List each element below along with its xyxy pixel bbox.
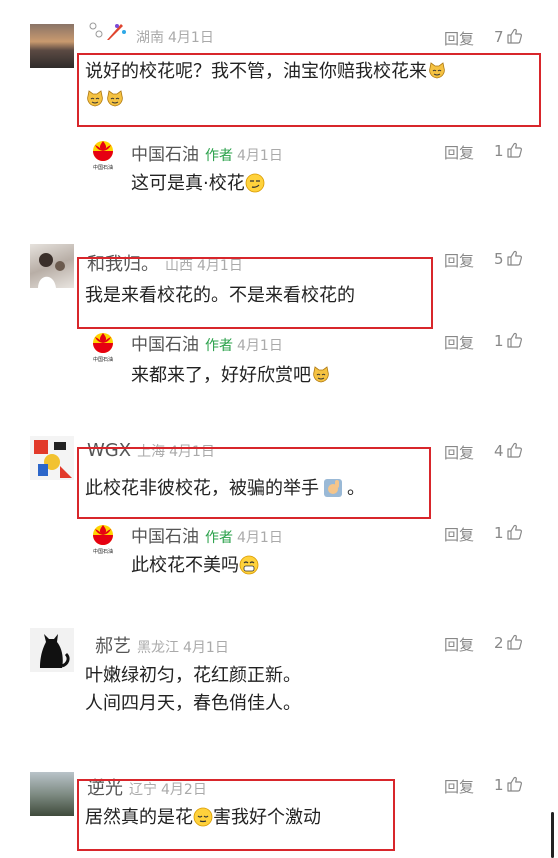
reply-text: 这可是真·校花: [131, 170, 265, 198]
highlight-box: [77, 779, 395, 851]
highlight-box: [77, 53, 541, 127]
date: 4月1日: [168, 30, 214, 46]
thumbs-up-icon: [506, 142, 522, 158]
like-count: 5: [494, 250, 504, 268]
date: 4月1日: [237, 338, 283, 354]
date: 4月1日: [237, 148, 283, 164]
avatar[interactable]: [30, 436, 74, 480]
like-button[interactable]: 7: [494, 28, 522, 46]
reply-author-name[interactable]: 中国石油: [131, 335, 199, 355]
reply-button[interactable]: 回复: [444, 142, 474, 163]
comment-text-line: 叶嫩绿初匀，花红颜正新。: [85, 665, 301, 686]
thumbs-up-icon: [506, 524, 522, 540]
date: 4月1日: [237, 530, 283, 546]
like-count: 1: [494, 776, 504, 794]
region: 黑龙江: [137, 640, 179, 656]
cat-face-emoji: [311, 365, 331, 385]
like-button[interactable]: 4: [494, 442, 522, 460]
reply-text-line: 来都来了，好好欣赏吧: [131, 365, 311, 386]
sparkle-icon: [87, 20, 129, 42]
comment-header: 湖南 4月1日: [136, 27, 214, 47]
thumbs-up-icon: [506, 332, 522, 348]
reply-text: 来都来了，好好欣赏吧: [131, 362, 331, 390]
comment-header: 郝艺 黑龙江 4月1日: [95, 632, 229, 658]
reply-author-name[interactable]: 中国石油: [131, 145, 199, 165]
highlight-box: [77, 447, 431, 519]
author-tag: 作者: [205, 148, 233, 164]
date: 4月1日: [183, 640, 229, 656]
like-count: 1: [494, 524, 504, 542]
like-count: 2: [494, 634, 504, 652]
like-count: 4: [494, 442, 504, 460]
reply-button[interactable]: 回复: [444, 332, 474, 353]
reply-text-line: 此校花不美吗: [131, 555, 239, 576]
reply-header: 中国石油 作者 4月1日: [131, 140, 283, 165]
reply-text: 此校花不美吗: [131, 552, 259, 580]
petrochina-logo-icon[interactable]: [90, 524, 116, 554]
avatar[interactable]: [30, 24, 74, 68]
author-tag: 作者: [205, 338, 233, 354]
avatar[interactable]: [30, 772, 74, 816]
reply-button[interactable]: 回复: [444, 28, 474, 49]
reply-text-line: 这可是真·校花: [131, 173, 245, 194]
like-button[interactable]: 1: [494, 524, 522, 542]
thumbs-up-icon: [506, 634, 522, 650]
scrollbar[interactable]: [551, 812, 554, 858]
region: 湖南: [136, 30, 164, 46]
avatar[interactable]: [30, 244, 74, 288]
thumbs-up-icon: [506, 776, 522, 792]
avatar[interactable]: [30, 628, 74, 672]
comment-text-line: 人间四月天，春色俏佳人。: [85, 693, 301, 714]
like-button[interactable]: 1: [494, 332, 522, 350]
thumbs-up-icon: [506, 442, 522, 458]
reply-header: 中国石油 作者 4月1日: [131, 522, 283, 547]
reply-button[interactable]: 回复: [444, 776, 474, 797]
reply-button[interactable]: 回复: [444, 634, 474, 655]
like-button[interactable]: 1: [494, 142, 522, 160]
like-count: 7: [494, 28, 504, 46]
thumbs-up-icon: [506, 28, 522, 44]
smirk-face-emoji: [245, 173, 265, 193]
petrochina-logo-icon[interactable]: [90, 332, 116, 362]
grin-face-emoji: [239, 555, 259, 575]
petrochina-logo-icon[interactable]: [90, 140, 116, 170]
like-button[interactable]: 1: [494, 776, 522, 794]
like-button[interactable]: 5: [494, 250, 522, 268]
reply-header: 中国石油 作者 4月1日: [131, 330, 283, 355]
reply-button[interactable]: 回复: [444, 442, 474, 463]
author-tag: 作者: [205, 530, 233, 546]
like-button[interactable]: 2: [494, 634, 522, 652]
highlight-box: [77, 257, 433, 329]
thumbs-up-icon: [506, 250, 522, 266]
like-count: 1: [494, 332, 504, 350]
reply-button[interactable]: 回复: [444, 524, 474, 545]
reply-button[interactable]: 回复: [444, 250, 474, 271]
reply-author-name[interactable]: 中国石油: [131, 527, 199, 547]
comment-text: 叶嫩绿初匀，花红颜正新。 人间四月天，春色俏佳人。: [85, 662, 301, 718]
like-count: 1: [494, 142, 504, 160]
username[interactable]: 郝艺: [95, 636, 131, 657]
